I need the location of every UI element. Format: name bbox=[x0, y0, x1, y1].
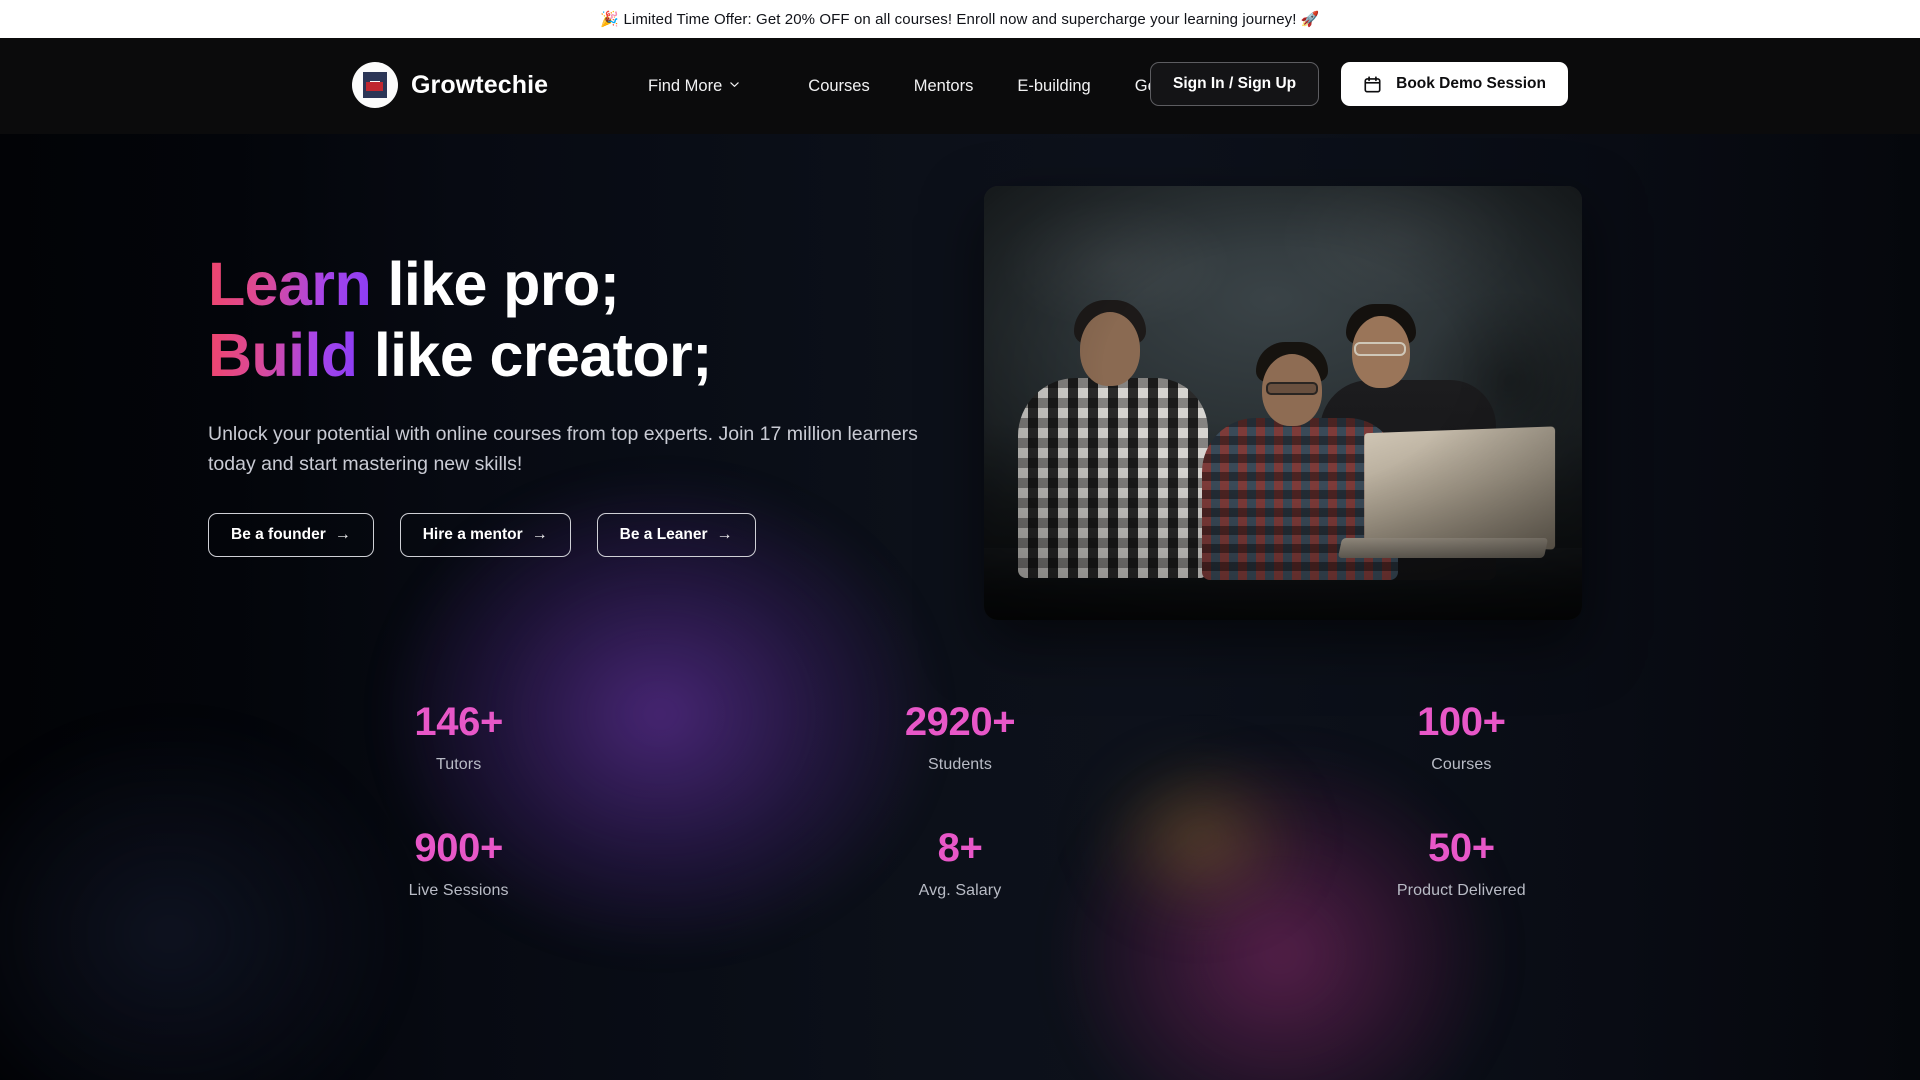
hero-headline-rest-1: like pro; bbox=[371, 250, 620, 318]
stat-number: 2920 bbox=[904, 700, 993, 744]
hero-headline-line-2: Build like creator; bbox=[208, 320, 988, 391]
stat-students: 2920+ Students bbox=[709, 702, 1210, 774]
nav-item-e-building[interactable]: E-building bbox=[995, 77, 1112, 96]
arrow-right-icon: → bbox=[716, 526, 733, 544]
brand-name: Growtechie bbox=[411, 70, 549, 99]
growtechie-logo-icon bbox=[352, 62, 398, 108]
stat-value: 50+ bbox=[1211, 828, 1712, 868]
stat-label: Courses bbox=[1431, 756, 1492, 773]
hero-headline-line-1: Learn like pro; bbox=[208, 249, 988, 320]
promo-banner-text: 🎉 Limited Time Offer: Get 20% OFF on all… bbox=[600, 11, 1320, 28]
stat-suffix: + bbox=[479, 700, 503, 744]
stat-number: 8 bbox=[937, 826, 960, 870]
hero-headline-accent-2: Build bbox=[208, 320, 358, 389]
stat-number: 50 bbox=[1427, 826, 1472, 870]
be-a-founder-button[interactable]: Be a founder → bbox=[208, 513, 374, 558]
stat-value: 2920+ bbox=[709, 702, 1210, 742]
stat-value: 100+ bbox=[1211, 702, 1712, 742]
nav-item-label: Mentors bbox=[913, 76, 974, 95]
stat-number: 146 bbox=[414, 700, 480, 744]
stat-label: Live Sessions bbox=[408, 882, 509, 899]
hero-image-vignette bbox=[984, 186, 1582, 620]
nav-item-label: Find More bbox=[648, 76, 723, 95]
stat-number: 900 bbox=[414, 826, 480, 870]
brand-logo[interactable]: Growtechie bbox=[352, 62, 548, 108]
stat-suffix: + bbox=[479, 826, 503, 870]
header-actions: Sign In / Sign Up Book Demo Session bbox=[1149, 62, 1568, 106]
promo-banner[interactable]: 🎉 Limited Time Offer: Get 20% OFF on all… bbox=[0, 0, 1920, 38]
stat-value: 900+ bbox=[208, 828, 709, 868]
stat-courses: 100+ Courses bbox=[1211, 702, 1712, 774]
book-demo-session-button[interactable]: Book Demo Session bbox=[1341, 62, 1568, 106]
hero-section: Learn like pro; Build like creator; Unlo… bbox=[0, 134, 1920, 1080]
calendar-icon bbox=[1363, 75, 1382, 94]
stat-tutors: 146+ Tutors bbox=[208, 702, 709, 774]
hero-copy: Learn like pro; Build like creator; Unlo… bbox=[208, 249, 988, 558]
hero-subheadline: Unlock your potential with online course… bbox=[208, 422, 918, 476]
stat-label: Avg. Salary bbox=[918, 882, 1002, 899]
stat-product-delivered: 50+ Product Delivered bbox=[1211, 828, 1712, 900]
sign-in-sign-up-button[interactable]: Sign In / Sign Up bbox=[1149, 62, 1320, 106]
hire-a-mentor-button[interactable]: Hire a mentor → bbox=[399, 513, 571, 558]
hero-headline: Learn like pro; Build like creator; bbox=[208, 249, 988, 391]
sign-in-label: Sign In / Sign Up bbox=[1172, 75, 1297, 92]
stat-label: Students bbox=[928, 756, 992, 773]
nav-item-label: Courses bbox=[808, 76, 870, 95]
stat-value: 146+ bbox=[208, 702, 709, 742]
book-demo-label: Book Demo Session bbox=[1396, 75, 1546, 92]
main-navigation: Find More Courses Mentors E-building Gen… bbox=[648, 38, 1204, 134]
cta-label: Be a Leaner bbox=[619, 526, 708, 544]
site-header: Growtechie Find More Courses Mentors E-b… bbox=[0, 38, 1920, 134]
stat-live-sessions: 900+ Live Sessions bbox=[208, 828, 709, 900]
cta-label: Be a founder bbox=[231, 526, 326, 544]
stat-number: 100 bbox=[1417, 700, 1483, 744]
cta-label: Hire a mentor bbox=[422, 526, 523, 544]
stats-grid: 146+ Tutors 2920+ Students 100+ Courses … bbox=[208, 702, 1712, 900]
stat-avg-salary: 8+ Avg. Salary bbox=[709, 828, 1210, 900]
stat-label: Tutors bbox=[435, 756, 482, 773]
chevron-down-icon bbox=[729, 79, 740, 90]
hero-image bbox=[984, 186, 1582, 620]
nav-item-courses[interactable]: Courses bbox=[786, 77, 891, 96]
stat-suffix: + bbox=[1482, 700, 1506, 744]
stat-suffix: + bbox=[992, 700, 1016, 744]
nav-item-label: E-building bbox=[1017, 76, 1091, 95]
arrow-right-icon: → bbox=[531, 526, 548, 544]
hero-headline-accent-1: Learn bbox=[208, 250, 372, 318]
stat-value: 8+ bbox=[709, 828, 1210, 868]
nav-item-find-more[interactable]: Find More bbox=[648, 77, 762, 96]
stat-suffix: + bbox=[959, 826, 983, 870]
hero-cta-row: Be a founder → Hire a mentor → Be a Lean… bbox=[208, 513, 988, 558]
nav-item-mentors[interactable]: Mentors bbox=[892, 77, 996, 96]
be-a-leaner-button[interactable]: Be a Leaner → bbox=[596, 513, 756, 558]
hero-headline-rest-2: like creator; bbox=[357, 320, 713, 389]
stat-suffix: + bbox=[1471, 826, 1495, 870]
stat-label: Product Delivered bbox=[1396, 882, 1526, 899]
arrow-right-icon: → bbox=[334, 526, 351, 544]
